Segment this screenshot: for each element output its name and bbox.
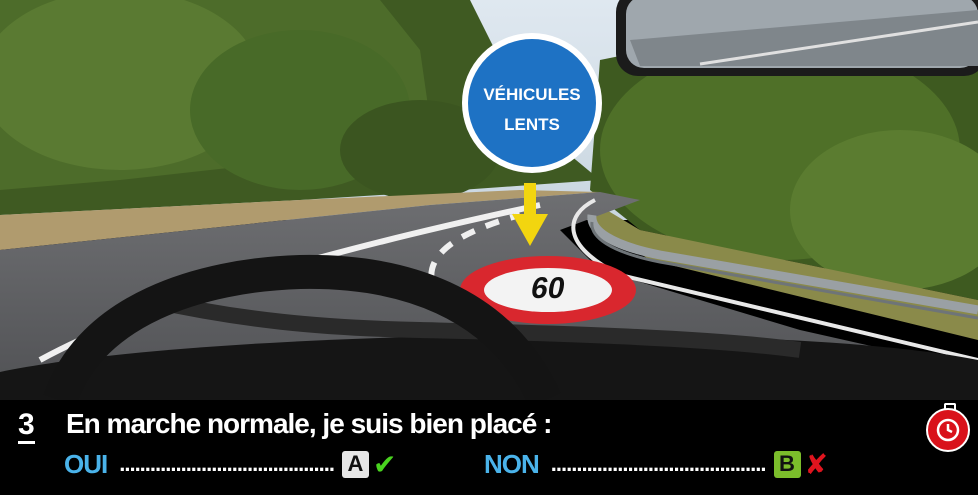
answer-a[interactable]: OUI ....................................…	[64, 447, 397, 481]
check-icon: ✔	[372, 447, 397, 481]
answer-a-dots: ........................................…	[119, 451, 335, 476]
sign-line-1: VÉHICULES	[483, 85, 581, 104]
driving-scene: VÉHICULES LENTS 60	[0, 0, 978, 400]
question-text: En marche normale, je suis bien placé :	[66, 408, 552, 439]
cross-icon: ✘	[804, 447, 828, 481]
sign-line-2: LENTS	[504, 115, 560, 134]
answer-a-letter[interactable]: A	[341, 450, 369, 478]
rearview-mirror	[616, 0, 978, 76]
answer-b-label: NON	[484, 448, 540, 479]
question-number: 3	[18, 410, 35, 444]
answer-b[interactable]: NON ....................................…	[484, 447, 828, 481]
stopwatch-icon[interactable]	[926, 403, 970, 452]
answer-a-label: OUI	[64, 448, 108, 479]
question-panel: 3 En marche normale, je suis bien placé …	[0, 400, 978, 495]
answer-b-letter[interactable]: B	[773, 450, 801, 478]
speed-marking-text: 60	[528, 272, 568, 305]
answer-b-dots: ........................................…	[550, 451, 767, 476]
